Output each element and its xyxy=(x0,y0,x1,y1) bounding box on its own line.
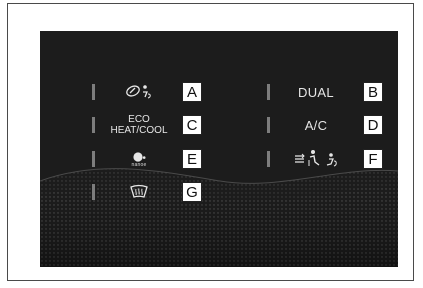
indicator-bar xyxy=(267,117,270,133)
nanoe-label: nanoe xyxy=(131,161,147,168)
lexus-climate-icon xyxy=(126,85,151,99)
dual-label: DUAL xyxy=(298,84,334,100)
callout-b: B xyxy=(363,82,383,102)
callout-a: A xyxy=(182,82,202,102)
indicator-bar xyxy=(92,184,95,200)
climate-control-screen: A DUAL B ECO HEAT/COOL C A/C D nanoe E F… xyxy=(40,31,398,267)
indicator-bar xyxy=(267,84,270,100)
callout-g: G xyxy=(182,182,202,202)
nanoe-icon xyxy=(133,151,146,162)
callout-c: C xyxy=(182,115,202,135)
heat-cool-label: HEAT/COOL xyxy=(110,125,168,136)
eco-label: ECO xyxy=(128,114,150,125)
callout-e: E xyxy=(182,149,202,169)
indicator-bar xyxy=(92,151,95,167)
indicator-bar xyxy=(92,84,95,100)
front-defroster-icon xyxy=(130,184,148,198)
airflow-mode-icon xyxy=(295,150,337,167)
indicator-bar xyxy=(92,117,95,133)
indicator-bar xyxy=(267,151,270,167)
callout-f: F xyxy=(363,149,383,169)
figure-frame: A DUAL B ECO HEAT/COOL C A/C D nanoe E F… xyxy=(7,3,414,281)
ac-label: A/C xyxy=(304,117,328,133)
callout-d: D xyxy=(363,115,383,135)
